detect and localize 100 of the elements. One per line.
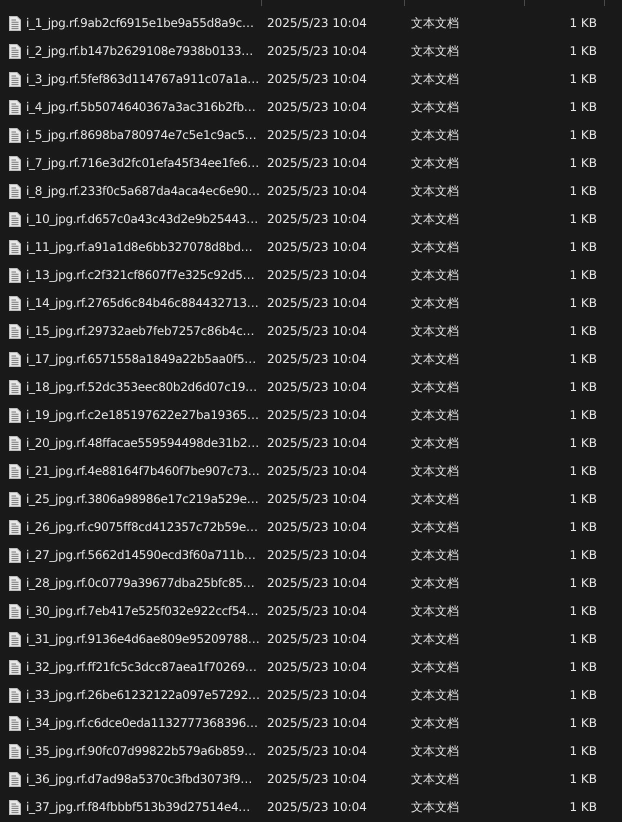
file-size: 1 KB (568, 772, 597, 786)
text-file-icon (9, 268, 21, 282)
file-name[interactable]: i_27_jpg.rf.5662d14590ecd3f60a711b… (26, 548, 256, 562)
file-type: 文本文档 (411, 658, 460, 676)
text-file-icon (9, 380, 21, 394)
file-name[interactable]: i_5_jpg.rf.8698ba780974e7c5e1c9ac5… (26, 128, 256, 142)
file-name[interactable]: i_26_jpg.rf.c9075ff8cd412357c72b59e… (26, 520, 258, 534)
file-name[interactable]: i_31_jpg.rf.9136e4d6ae809e95209788… (26, 632, 260, 646)
text-file-icon (9, 296, 21, 310)
file-name[interactable]: i_7_jpg.rf.716e3d2fc01efa45f34ee1fe6… (26, 156, 259, 170)
modified-date: 2025/5/23 10:04 (267, 800, 368, 814)
file-size: 1 KB (568, 632, 597, 646)
file-type: 文本文档 (411, 126, 460, 144)
file-type: 文本文档 (411, 378, 460, 396)
file-name[interactable]: i_2_jpg.rf.b147b2629108e7938b0133… (26, 44, 253, 58)
modified-date: 2025/5/23 10:04 (267, 240, 368, 254)
file-size: 1 KB (568, 184, 597, 198)
file-type: 文本文档 (411, 210, 460, 228)
modified-date: 2025/5/23 10:04 (267, 548, 368, 562)
file-name[interactable]: i_33_jpg.rf.26be61232122a097e57292… (26, 688, 260, 702)
file-name[interactable]: i_4_jpg.rf.5b5074640367a3ac316b2fb… (26, 100, 256, 114)
file-name[interactable]: i_19_jpg.rf.c2e185197622e27ba19365… (26, 408, 259, 422)
text-file-icon (9, 44, 21, 58)
file-name[interactable]: i_37_jpg.rf.f84fbbbf513b39d27514e4… (26, 800, 250, 814)
file-size: 1 KB (568, 492, 597, 506)
file-size: 1 KB (568, 660, 597, 674)
file-type: 文本文档 (411, 546, 460, 564)
file-size: 1 KB (568, 16, 597, 30)
file-size: 1 KB (568, 100, 597, 114)
file-type: 文本文档 (411, 350, 460, 368)
file-name[interactable]: i_35_jpg.rf.90fc07d99822b579a6b859… (26, 744, 256, 758)
file-name[interactable]: i_13_jpg.rf.c2f321cf8607f7e325c92d5… (26, 268, 254, 282)
modified-date: 2025/5/23 10:04 (267, 660, 368, 674)
file-size: 1 KB (568, 268, 597, 282)
file-name[interactable]: i_15_jpg.rf.29732aeb7feb7257c86b4c… (26, 324, 254, 338)
text-file-icon (9, 576, 21, 590)
modified-date: 2025/5/23 10:04 (267, 436, 368, 450)
file-name[interactable]: i_11_jpg.rf.a91a1d8e6bb327078d8bd… (26, 240, 252, 254)
modified-date: 2025/5/23 10:04 (267, 324, 368, 338)
text-file-icon (9, 16, 21, 30)
file-name[interactable]: i_36_jpg.rf.d7ad98a5370c3fbd3073f9… (26, 772, 252, 786)
modified-date: 2025/5/23 10:04 (267, 604, 368, 618)
file-name[interactable]: i_10_jpg.rf.d657c0a43c43d2e9b25443… (26, 212, 258, 226)
modified-date: 2025/5/23 10:04 (267, 184, 368, 198)
file-type: 文本文档 (411, 406, 460, 424)
file-type: 文本文档 (411, 238, 460, 256)
file-type: 文本文档 (411, 686, 460, 704)
file-name[interactable]: i_30_jpg.rf.7eb417e525f032e922ccf54… (26, 604, 258, 618)
file-name[interactable]: i_25_jpg.rf.3806a98986e17c219a529e… (26, 492, 258, 506)
text-file-icon (9, 436, 21, 450)
file-size: 1 KB (568, 128, 597, 142)
text-file-icon (9, 128, 21, 142)
text-file-icon (9, 772, 21, 786)
modified-date: 2025/5/23 10:04 (267, 100, 368, 114)
file-name[interactable]: i_32_jpg.rf.ff21fc5c3dcc87aea1f70269… (26, 660, 257, 674)
file-name[interactable]: i_17_jpg.rf.6571558a1849a22b5aa0f5… (26, 352, 256, 366)
modified-date: 2025/5/23 10:04 (267, 128, 368, 142)
modified-date: 2025/5/23 10:04 (267, 44, 368, 58)
modified-date: 2025/5/23 10:04 (267, 352, 368, 366)
file-name[interactable]: i_8_jpg.rf.233f0c5a687da4aca4ec6e90… (26, 184, 260, 198)
text-file-icon (9, 632, 21, 646)
file-size: 1 KB (568, 716, 597, 730)
file-name[interactable]: i_14_jpg.rf.2765d6c84b46c884432713… (26, 296, 258, 310)
modified-date: 2025/5/23 10:04 (267, 576, 368, 590)
file-size: 1 KB (568, 240, 597, 254)
modified-date: 2025/5/23 10:04 (267, 464, 368, 478)
file-type: 文本文档 (411, 14, 460, 32)
file-type: 文本文档 (411, 434, 460, 452)
file-name[interactable]: i_18_jpg.rf.52dc353eec80b2d6d07c19… (26, 380, 257, 394)
text-file-icon (9, 604, 21, 618)
file-type: 文本文档 (411, 574, 460, 592)
file-size: 1 KB (568, 548, 597, 562)
modified-date: 2025/5/23 10:04 (267, 492, 368, 506)
file-type: 文本文档 (411, 602, 460, 620)
modified-date: 2025/5/23 10:04 (267, 212, 368, 226)
modified-date: 2025/5/23 10:04 (267, 268, 368, 282)
text-file-icon (9, 464, 21, 478)
text-file-icon (9, 240, 21, 254)
file-size: 1 KB (568, 156, 597, 170)
modified-date: 2025/5/23 10:04 (267, 716, 368, 730)
file-type: 文本文档 (411, 798, 460, 816)
text-file-icon (9, 408, 21, 422)
text-file-icon (9, 184, 21, 198)
file-type: 文本文档 (411, 42, 460, 60)
file-name[interactable]: i_3_jpg.rf.5fef863d114767a911c07a1a… (26, 72, 259, 86)
text-file-icon (9, 72, 21, 86)
modified-date: 2025/5/23 10:04 (267, 688, 368, 702)
file-type: 文本文档 (411, 154, 460, 172)
file-name[interactable]: i_1_jpg.rf.9ab2cf6915e1be9a55d8a9c… (26, 16, 254, 30)
file-type: 文本文档 (411, 770, 460, 788)
file-name[interactable]: i_28_jpg.rf.0c0779a39677dba25bfc85… (26, 576, 254, 590)
file-name[interactable]: i_21_jpg.rf.4e88164f7b460f7be907c73… (26, 464, 260, 478)
text-file-icon (9, 492, 21, 506)
text-file-icon (9, 688, 21, 702)
file-size: 1 KB (568, 520, 597, 534)
modified-date: 2025/5/23 10:04 (267, 520, 368, 534)
file-name[interactable]: i_34_jpg.rf.c6dce0eda1132777368396… (26, 716, 258, 730)
file-name[interactable]: i_20_jpg.rf.48ffacae559594498de31b2… (26, 436, 259, 450)
file-type: 文本文档 (411, 294, 460, 312)
modified-date: 2025/5/23 10:04 (267, 296, 368, 310)
